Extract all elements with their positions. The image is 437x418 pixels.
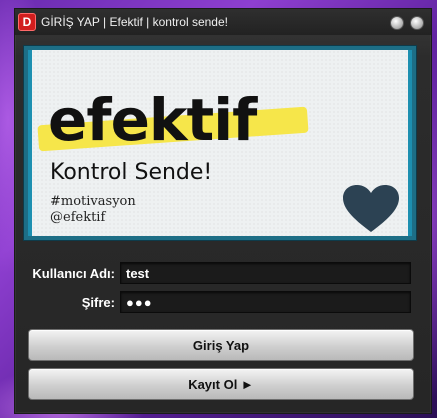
- banner-tagline: Kontrol Sende!: [50, 160, 213, 185]
- register-button[interactable]: Kayıt Ol ►: [28, 368, 414, 400]
- banner-handle: @efektif: [50, 210, 106, 225]
- banner-stripe-right: [408, 50, 412, 236]
- username-label: Kullanıcı Adı:: [32, 266, 115, 281]
- password-input[interactable]: ●●●: [120, 291, 411, 313]
- window-title: GİRİŞ YAP | Efektif | kontrol sende!: [41, 15, 228, 29]
- username-row: Kullanıcı Adı: test: [15, 262, 431, 284]
- banner-stripe-left: [28, 50, 32, 236]
- username-input[interactable]: test: [120, 262, 411, 284]
- title-bar[interactable]: D GİRİŞ YAP | Efektif | kontrol sende!: [15, 9, 431, 35]
- login-window: D GİRİŞ YAP | Efektif | kontrol sende! e…: [14, 8, 432, 414]
- banner-frame: efektif Kontrol Sende! #motivasyon @efek…: [23, 45, 417, 241]
- banner-image: efektif Kontrol Sende! #motivasyon @efek…: [28, 50, 412, 236]
- login-button[interactable]: Giriş Yap: [28, 329, 414, 361]
- password-row: Şifre: ●●●: [15, 291, 431, 313]
- minimize-button[interactable]: [390, 16, 404, 30]
- password-label: Şifre:: [81, 295, 115, 310]
- heart-icon: [343, 185, 399, 232]
- app-icon: D: [18, 13, 36, 31]
- banner-hashtag: #motivasyon: [50, 194, 136, 209]
- close-button[interactable]: [410, 16, 424, 30]
- brand-logo-text: efektif: [48, 86, 257, 154]
